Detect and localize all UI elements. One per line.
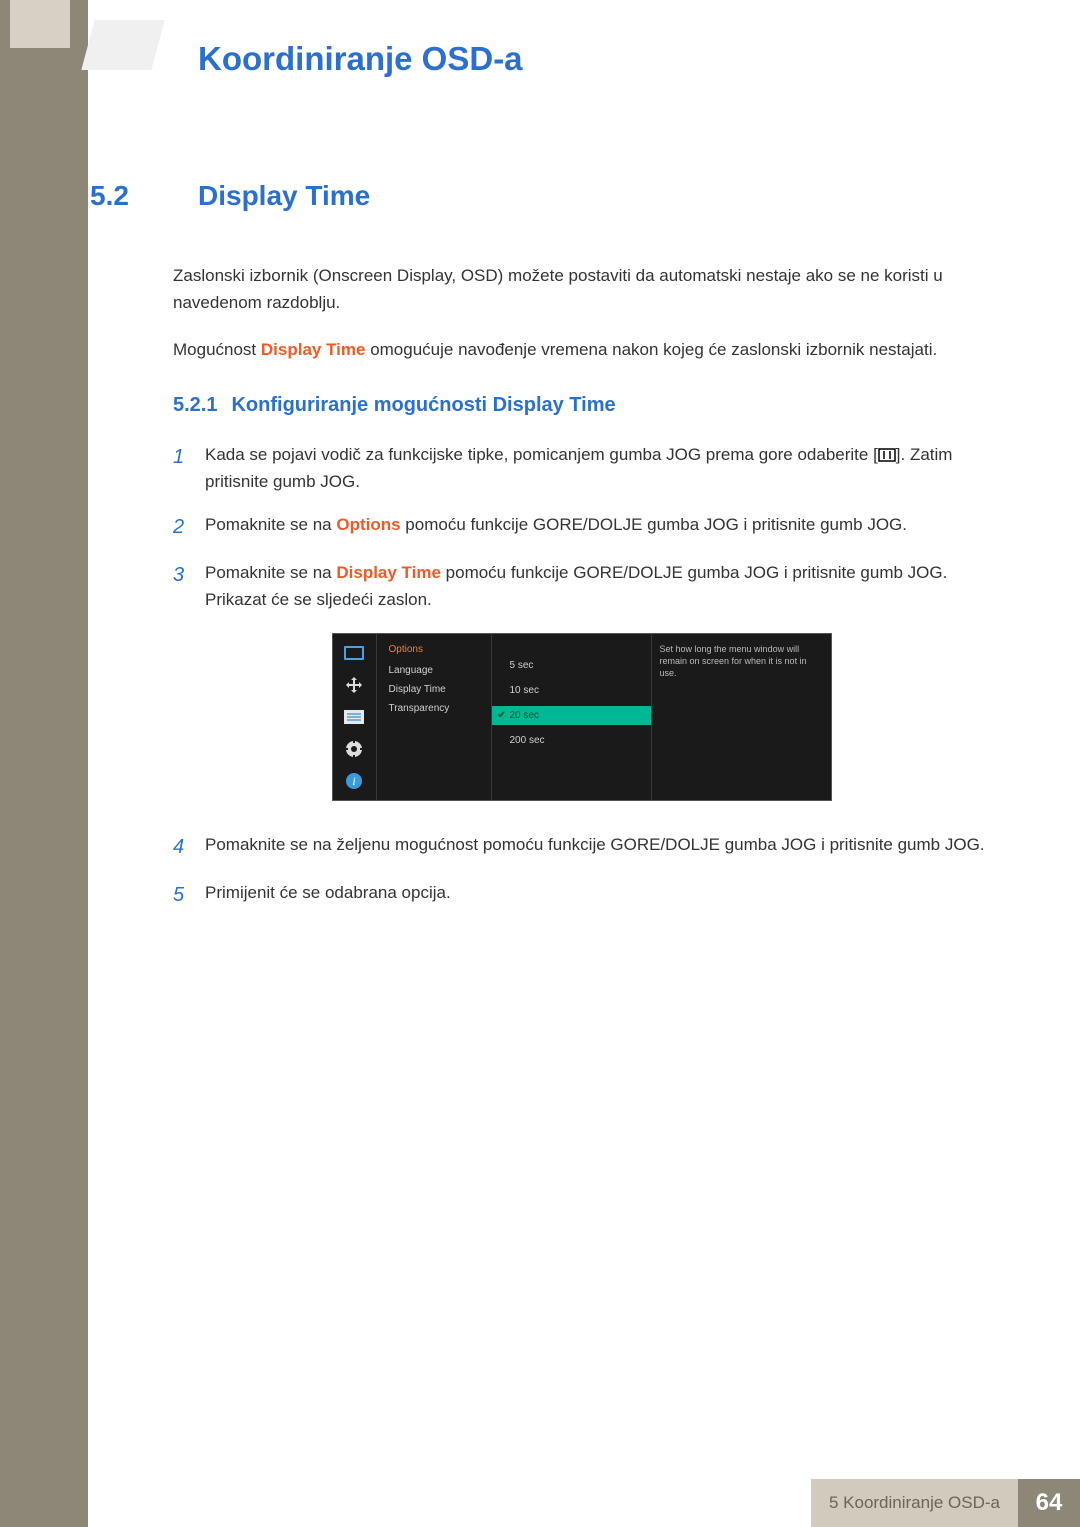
step-3-number: 3	[173, 559, 191, 613]
step-3-highlight: Display Time	[336, 563, 441, 582]
intro-2-highlight: Display Time	[261, 340, 366, 359]
footer-chapter-label: 5 Koordiniranje OSD-a	[811, 1479, 1018, 1527]
footer: 5 Koordiniranje OSD-a 64	[88, 1479, 1080, 1527]
osd-sidebar: i	[333, 634, 377, 800]
left-sidebar	[0, 0, 88, 1527]
sidebar-accent	[10, 0, 70, 48]
menu-icon	[878, 448, 896, 462]
osd-options-column: 5 sec 10 sec ✔ 20 sec 200 sec	[492, 634, 652, 800]
step-5-number: 5	[173, 879, 191, 911]
step-list-continued: 4 Pomaknite se na željenu mogućnost pomo…	[173, 831, 990, 911]
osd-opt-20sec-label: 20 sec	[510, 710, 539, 721]
osd-opt-10sec: 10 sec	[492, 681, 651, 700]
step-2-a: Pomaknite se na	[205, 515, 336, 534]
move-icon	[342, 676, 366, 694]
intro-paragraph-2: Mogućnost Display Time omogućuje navođen…	[173, 336, 990, 363]
svg-text:i: i	[352, 774, 355, 788]
osd-opt-20sec-selected: ✔ 20 sec	[492, 706, 651, 725]
step-5: 5 Primijenit će se odabrana opcija.	[173, 879, 990, 911]
osd-screenshot: i Options Language Display Time Transpar…	[173, 633, 990, 801]
intro-2-post: omogućuje navođenje vremena nakon kojeg …	[365, 340, 937, 359]
osd-help-column: Set how long the menu window will remain…	[652, 634, 831, 800]
osd-menu-display-time: Display Time	[377, 680, 491, 699]
step-4-number: 4	[173, 831, 191, 863]
step-1-text: Kada se pojavi vodič za funkcijske tipke…	[205, 441, 990, 495]
step-list: 1 Kada se pojavi vodič za funkcijske tip…	[173, 441, 990, 614]
intro-paragraph-1: Zaslonski izbornik (Onscreen Display, OS…	[173, 262, 990, 316]
subsection-title: Konfiguriranje mogućnosti Display Time	[231, 394, 615, 417]
osd-opt-5sec: 5 sec	[492, 656, 651, 675]
info-icon: i	[342, 772, 366, 790]
step-1-text-a: Kada se pojavi vodič za funkcijske tipke…	[205, 445, 878, 464]
section-title: Display Time	[198, 180, 370, 212]
osd-menu-title: Options	[377, 642, 491, 661]
step-2-text: Pomaknite se na Options pomoću funkcije …	[205, 511, 990, 543]
step-5-text: Primijenit će se odabrana opcija.	[205, 879, 990, 911]
step-2-b: pomoću funkcije GORE/DOLJE gumba JOG i p…	[401, 515, 907, 534]
section-number: 5.2	[88, 180, 198, 212]
osd-menu-transparency: Transparency	[377, 699, 491, 718]
list-icon	[342, 708, 366, 726]
step-2-highlight: Options	[336, 515, 400, 534]
section-heading: 5.2 Display Time	[88, 180, 990, 212]
check-icon: ✔	[498, 710, 506, 721]
step-4: 4 Pomaknite se na željenu mogućnost pomo…	[173, 831, 990, 863]
osd-panel: i Options Language Display Time Transpar…	[332, 633, 832, 801]
osd-menu-column: Options Language Display Time Transparen…	[377, 634, 492, 800]
step-3: 3 Pomaknite se na Display Time pomoću fu…	[173, 559, 990, 613]
step-1: 1 Kada se pojavi vodič za funkcijske tip…	[173, 441, 990, 495]
osd-opt-200sec: 200 sec	[492, 731, 651, 750]
chapter-corner-graphic	[100, 10, 190, 80]
step-3-a: Pomaknite se na	[205, 563, 336, 582]
osd-menu-language: Language	[377, 661, 491, 680]
step-2-number: 2	[173, 511, 191, 543]
step-3-text: Pomaknite se na Display Time pomoću funk…	[205, 559, 990, 613]
step-2: 2 Pomaknite se na Options pomoću funkcij…	[173, 511, 990, 543]
content: 5.2 Display Time Zaslonski izbornik (Ons…	[88, 180, 1080, 927]
intro-2-pre: Mogućnost	[173, 340, 261, 359]
subsection-heading: 5.2.1 Konfiguriranje mogućnosti Display …	[173, 394, 990, 417]
picture-icon	[342, 644, 366, 662]
chapter-title: Koordiniranje OSD-a	[198, 40, 523, 78]
step-1-number: 1	[173, 441, 191, 495]
page-body: Koordiniranje OSD-a 5.2 Display Time Zas…	[88, 0, 1080, 1527]
step-4-text: Pomaknite se na željenu mogućnost pomoću…	[205, 831, 990, 863]
gear-icon	[342, 740, 366, 758]
subsection-number: 5.2.1	[173, 394, 217, 417]
footer-page-number: 64	[1018, 1479, 1080, 1527]
